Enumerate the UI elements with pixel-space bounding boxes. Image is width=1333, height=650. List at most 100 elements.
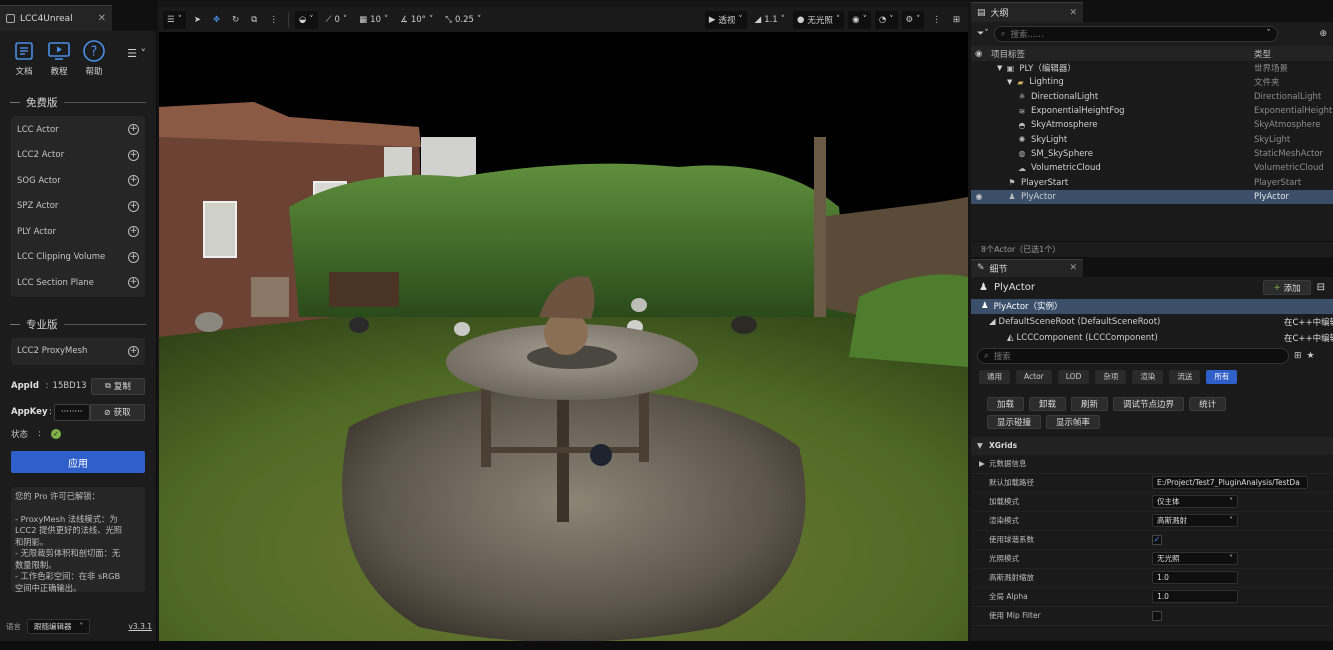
filter-misc[interactable]: 杂项 (1095, 369, 1127, 384)
plus-circle-icon[interactable]: + (128, 149, 139, 161)
level-viewport[interactable]: ☰ ˅ ➤ ✥ ↻ ⧉ ⋮ ◒ ˅ ⟋ 0 ˅ ▦ 10 ˅ ∡ 10° ˅ ⤡ 0.25 ˅ ▶ 透… (159, 7, 968, 641)
xgrids-category[interactable]: ▼ XGrids (971, 436, 1333, 455)
viewport-more-button[interactable]: ⋮ (928, 11, 945, 29)
add-lcc2-proxymesh[interactable]: LCC2 ProxyMesh + (11, 339, 145, 365)
outliner-row[interactable]: ⚑ PlayerStart PlayerStart (971, 175, 1333, 189)
doc-button[interactable]: 文档 (10, 39, 38, 83)
more-tools-button[interactable]: ⋮ (265, 11, 282, 29)
scene-root-row[interactable]: ◢ DefaultSceneRoot (DefaultSceneRoot) 在C… (971, 314, 1333, 331)
plus-circle-icon[interactable]: + (128, 124, 139, 136)
grid-snap-button[interactable]: ▦ 10 ˅ (355, 11, 392, 29)
stats-button[interactable]: 统计 (1189, 396, 1227, 411)
outliner-row[interactable]: ▼ ▣ PLY（编辑器） 世界场景 (971, 61, 1333, 75)
settings-button[interactable]: ⚙ ˅ (901, 10, 925, 29)
checkbox[interactable]: ✓ (1152, 534, 1162, 545)
coord-system-button[interactable]: ◒ ˅ (294, 10, 318, 29)
lcc-component-row[interactable]: ◭ LCCComponent (LCCComponent) 在C++中编辑 (971, 331, 1333, 345)
version-link[interactable]: v3.3.1 (128, 622, 152, 631)
camera-speed-button[interactable]: ◢ 1.1 ˅ (751, 11, 789, 29)
add-sog-actor[interactable]: SOG Actor + (11, 168, 145, 194)
show-flags-button[interactable]: ◉ ˅ (848, 10, 871, 29)
lighting-mode-button[interactable]: ● 无光照 ˅ (792, 10, 845, 29)
performance-button[interactable]: ◔ ˅ (874, 10, 898, 29)
scale-tool-button[interactable]: ⧉ (247, 11, 261, 29)
outliner-row[interactable]: ☁ VolumetricCloud VolumetricCloud (971, 161, 1333, 175)
apply-button[interactable]: 应用 (11, 451, 145, 473)
property-value-field[interactable]: E:/Project/Test7_PluginAnalysis/TestDa (1152, 476, 1308, 490)
select-tool-button[interactable]: ➤ (190, 11, 205, 29)
outliner-row[interactable]: ▼ ▰ Lighting 文件夹 (971, 75, 1333, 89)
add-clipping-volume[interactable]: LCC Clipping Volume + (11, 245, 145, 271)
tab-lcc4unreal[interactable]: LCC4Unreal ✕ (0, 5, 112, 31)
property-value-field[interactable]: 1.0 (1152, 571, 1238, 585)
plus-circle-icon[interactable]: + (128, 226, 139, 238)
help-button[interactable]: ? 帮助 (80, 39, 108, 83)
column-label[interactable]: 项目标签 (991, 48, 1254, 60)
property-dropdown[interactable]: 仅主体 ˅ (1152, 495, 1238, 509)
show-fps-button[interactable]: 显示帧率 (1046, 414, 1101, 429)
tab-details[interactable]: ✎ 细节 ✕ (971, 258, 1083, 277)
outliner-row[interactable]: ◍ SM_SkySphere StaticMeshActor (971, 147, 1333, 161)
grid-view-icon[interactable]: ⊞ (1294, 351, 1302, 361)
plus-circle-icon[interactable]: + (128, 251, 139, 263)
outliner-search-input[interactable]: ⌕ 搜索...... ˅ (993, 26, 1278, 42)
plus-circle-icon[interactable]: + (128, 200, 139, 212)
language-select[interactable]: 跟随编辑器 ˅ (27, 619, 91, 634)
add-lcc2-actor[interactable]: LCC2 Actor + (11, 143, 145, 169)
property-value-field[interactable]: 1.0 (1152, 590, 1238, 604)
tab-outliner[interactable]: ▤ 大纲 ✕ (971, 2, 1083, 22)
layout-button[interactable]: ⊞ (949, 11, 964, 29)
surface-snap-button[interactable]: ⟋ 0 ˅ (322, 11, 352, 29)
refresh-button[interactable]: 刷新 (1071, 396, 1109, 411)
expand-arrow-icon[interactable]: ▼ (997, 64, 1002, 72)
add-filter-icon[interactable]: ⊕ (1319, 29, 1327, 39)
show-collision-button[interactable]: 显示碰撞 (987, 414, 1042, 429)
scale-snap-button[interactable]: ⤡ 0.25 ˅ (441, 11, 485, 29)
viewport-options-button[interactable]: ☰ ˅ (163, 10, 186, 29)
column-type[interactable]: 类型 (1254, 48, 1271, 60)
tutorial-button[interactable]: 教程 (45, 39, 73, 83)
fetch-button[interactable]: ⊘ 获取 (89, 403, 145, 421)
filter-all[interactable]: 所有 (1206, 369, 1238, 384)
filter-icon[interactable]: ⏷˅ (977, 29, 989, 39)
close-icon[interactable]: ✕ (98, 13, 106, 24)
property-dropdown[interactable]: 无光照 ˅ (1152, 552, 1238, 566)
filter-lod[interactable]: LOD (1057, 369, 1090, 384)
add-section-plane[interactable]: LCC Section Plane + (11, 270, 145, 296)
star-icon[interactable]: ★ (1307, 351, 1315, 361)
appkey-field[interactable]: ········ (53, 403, 90, 421)
expand-arrow-icon[interactable]: ▼ (1007, 78, 1012, 86)
view-mode-button[interactable]: ▶ 透视 ˅ (704, 10, 747, 29)
filter-general[interactable]: 通用 (979, 369, 1010, 384)
debug-bounds-button[interactable]: 调试节点边界 (1113, 396, 1185, 411)
filter-rendering[interactable]: 渲染 (1132, 369, 1164, 384)
outliner-row[interactable]: ✺ SkyLight SkyLight (971, 132, 1333, 146)
close-icon[interactable]: ✕ (1069, 263, 1077, 273)
plus-circle-icon[interactable]: + (128, 277, 139, 289)
metadata-row[interactable]: ▶ 元数据信息 (971, 455, 1333, 474)
close-icon[interactable]: ✕ (1069, 8, 1077, 18)
outliner-row[interactable]: ◓ SkyAtmosphere SkyAtmosphere (971, 118, 1333, 132)
translate-tool-button[interactable]: ✥ (209, 11, 224, 29)
add-spz-actor[interactable]: SPZ Actor + (11, 194, 145, 220)
load-button[interactable]: 加载 (987, 396, 1025, 411)
details-search-input[interactable]: ⌕ 搜索 (977, 347, 1289, 364)
unload-button[interactable]: 卸载 (1029, 396, 1067, 411)
add-lcc-actor[interactable]: LCC Actor + (11, 117, 145, 143)
visibility-icon[interactable]: ◉ (971, 192, 987, 201)
rotation-snap-button[interactable]: ∡ 10° ˅ (396, 11, 437, 29)
add-component-button[interactable]: + 添加 (1263, 280, 1311, 296)
blueprint-icon[interactable]: ⊟ (1317, 282, 1325, 293)
filter-streaming[interactable]: 流送 (1169, 369, 1201, 384)
add-ply-actor[interactable]: PLY Actor + (11, 219, 145, 245)
property-dropdown[interactable]: 高斯溅射 ˅ (1152, 514, 1238, 528)
rotate-tool-button[interactable]: ↻ (228, 11, 243, 29)
outliner-row[interactable]: ≋ ExponentialHeightFog ExponentialHeightFo… (971, 104, 1333, 118)
checkbox[interactable] (1152, 610, 1162, 621)
outliner-row[interactable]: ✳ DirectionalLight DirectionalLight (971, 90, 1333, 104)
outliner-row[interactable]: ◉ ♟ PlyActor PlyActor (971, 189, 1333, 204)
copy-button[interactable]: ⧉ 复制 (91, 377, 145, 395)
component-root-row[interactable]: ♟ PlyActor（实例） (971, 298, 1333, 314)
plus-circle-icon[interactable]: + (128, 345, 139, 357)
hamburger-menu-icon[interactable]: ☰ ˅ (127, 47, 146, 83)
